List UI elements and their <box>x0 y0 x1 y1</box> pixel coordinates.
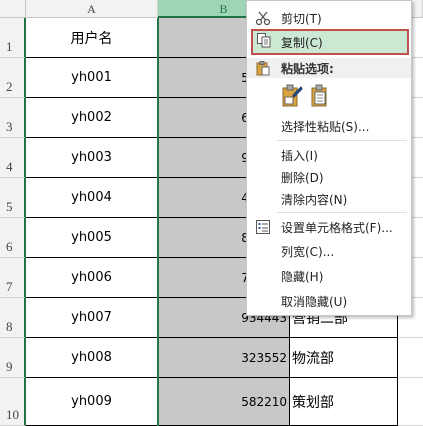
paste-options-header: 粘贴选项: <box>247 58 411 78</box>
row-header[interactable]: 3 <box>0 98 26 138</box>
select-all-corner[interactable] <box>0 0 26 18</box>
menu-label-paste-special: 选择性粘贴(S)... <box>281 119 370 134</box>
cell-username[interactable]: yh005 <box>26 218 158 258</box>
menu-separator <box>277 212 407 213</box>
menu-separator <box>277 140 407 141</box>
menu-label-delete: 删除(D) <box>281 170 324 185</box>
paste-icon[interactable] <box>309 83 331 109</box>
context-menu: 剪切(T) 复制(C) 粘贴选项: 选择性粘贴(S)... 插入(I) 删除(D… <box>246 0 412 316</box>
row-header[interactable]: 6 <box>0 218 26 258</box>
cell-empty[interactable] <box>398 378 423 426</box>
menu-item-copy[interactable]: 复制(C) <box>251 29 409 55</box>
row-header[interactable]: 5 <box>0 178 26 218</box>
clipboard-icon <box>256 61 270 76</box>
cell-username[interactable]: yh009 <box>26 378 158 426</box>
menu-item-delete[interactable]: 删除(D) <box>247 166 411 188</box>
cell-username[interactable]: yh001 <box>26 58 158 98</box>
cell-password[interactable]: 582210 <box>158 378 290 426</box>
format-cells-icon <box>256 220 270 234</box>
row-header[interactable]: 10 <box>0 378 26 426</box>
cell-empty[interactable] <box>398 338 423 378</box>
cell-username[interactable]: yh007 <box>26 298 158 338</box>
cell-username[interactable]: yh008 <box>26 338 158 378</box>
menu-item-unhide[interactable]: 取消隐藏(U) <box>247 290 411 312</box>
menu-label-clear-contents: 清除内容(N) <box>281 192 348 207</box>
cell-username[interactable]: 用户名 <box>26 18 158 58</box>
menu-label-format-cells: 设置单元格格式(F)... <box>281 220 393 235</box>
row-header[interactable]: 2 <box>0 58 26 98</box>
menu-item-cut[interactable]: 剪切(T) <box>247 7 411 29</box>
paste-options-label: 粘贴选项: <box>281 61 334 76</box>
menu-item-clear-contents[interactable]: 清除内容(N) <box>247 188 411 210</box>
menu-label-cut: 剪切(T) <box>281 11 322 26</box>
menu-item-format-cells[interactable]: 设置单元格格式(F)... <box>247 216 411 238</box>
menu-label-insert: 插入(I) <box>281 148 318 163</box>
menu-label-unhide: 取消隐藏(U) <box>281 294 348 309</box>
cell-department[interactable]: 物流部 <box>290 338 398 378</box>
row-header[interactable]: 8 <box>0 298 26 338</box>
cell-password[interactable]: 323552 <box>158 338 290 378</box>
paste-formatting-icon[interactable] <box>281 83 303 109</box>
menu-item-column-width[interactable]: 列宽(C)... <box>247 240 411 262</box>
row-header[interactable]: 1 <box>0 18 26 58</box>
cell-username[interactable]: yh003 <box>26 138 158 178</box>
menu-item-hide[interactable]: 隐藏(H) <box>247 265 411 287</box>
menu-label-column-width: 列宽(C)... <box>281 244 335 259</box>
cell-department[interactable]: 策划部 <box>290 378 398 426</box>
row-header[interactable]: 4 <box>0 138 26 178</box>
menu-item-paste-special[interactable]: 选择性粘贴(S)... <box>247 115 411 137</box>
scissors-icon <box>255 11 271 26</box>
menu-item-insert[interactable]: 插入(I) <box>247 144 411 166</box>
row-header[interactable]: 7 <box>0 258 26 298</box>
menu-label-copy: 复制(C) <box>281 35 323 50</box>
column-header-a[interactable]: A <box>26 0 158 18</box>
cell-username[interactable]: yh002 <box>26 98 158 138</box>
copy-icon <box>257 33 271 48</box>
cell-username[interactable]: yh006 <box>26 258 158 298</box>
menu-label-hide: 隐藏(H) <box>281 269 324 284</box>
cell-username[interactable]: yh004 <box>26 178 158 218</box>
row-header[interactable]: 9 <box>0 338 26 378</box>
